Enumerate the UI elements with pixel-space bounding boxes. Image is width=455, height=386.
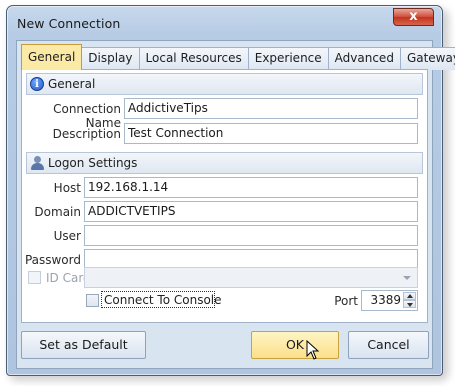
tab-gateway[interactable]: Gateway <box>399 47 455 70</box>
tab-display[interactable]: Display <box>81 47 140 70</box>
tab-strip: General Display Local Resources Experien… <box>21 44 455 70</box>
user-input[interactable] <box>84 225 418 246</box>
domain-input[interactable]: ADDICTVETIPS <box>84 201 418 222</box>
password-label: Password <box>24 253 81 267</box>
set-as-default-button[interactable]: Set as Default <box>21 331 146 359</box>
general-group-header: i General <box>26 73 423 95</box>
user-label: User <box>53 229 81 243</box>
dialog-client-area: General Display Local Resources Experien… <box>16 40 455 369</box>
general-tab-panel: i General Connection Name AddictiveTips … <box>21 69 428 323</box>
host-input[interactable]: 192.168.1.14 <box>84 177 418 198</box>
port-stepper[interactable]: 3389 <box>361 290 418 311</box>
tab-experience[interactable]: Experience <box>247 47 329 70</box>
decrement-icon[interactable] <box>403 300 416 308</box>
window-title: New Connection <box>17 16 121 31</box>
user-icon <box>30 156 44 170</box>
logon-group-title: Logon Settings <box>48 156 138 170</box>
cancel-button[interactable]: Cancel <box>348 331 429 359</box>
close-button[interactable]: x <box>393 8 434 26</box>
host-label: Host <box>53 181 81 195</box>
description-input[interactable]: Test Connection <box>124 123 418 144</box>
tab-general[interactable]: General <box>21 44 83 70</box>
logon-group-header: Logon Settings <box>26 152 423 174</box>
tab-advanced[interactable]: Advanced <box>327 47 401 70</box>
port-label: Port <box>334 294 358 308</box>
general-group-title: General <box>48 77 96 91</box>
description-label: Description <box>52 127 121 141</box>
connect-to-console-checkbox[interactable] <box>86 294 99 307</box>
connection-name-input[interactable]: AddictiveTips <box>124 98 418 119</box>
tab-local-resources[interactable]: Local Resources <box>138 47 249 70</box>
port-value[interactable]: 3389 <box>370 291 401 310</box>
id-card-checkbox[interactable] <box>28 271 41 284</box>
connection-name-label: Connection Name <box>53 102 121 130</box>
increment-icon[interactable] <box>403 292 416 300</box>
id-card-dropdown[interactable] <box>84 267 418 288</box>
mouse-pointer-icon <box>306 340 320 360</box>
domain-label: Domain <box>34 205 81 219</box>
ok-button[interactable]: OK <box>251 331 339 359</box>
info-icon: i <box>30 77 44 91</box>
connect-to-console-label[interactable]: Connect To Console <box>104 293 222 307</box>
new-connection-dialog: New Connection x General Display Local R… <box>6 5 455 376</box>
chevron-down-icon <box>403 276 411 280</box>
